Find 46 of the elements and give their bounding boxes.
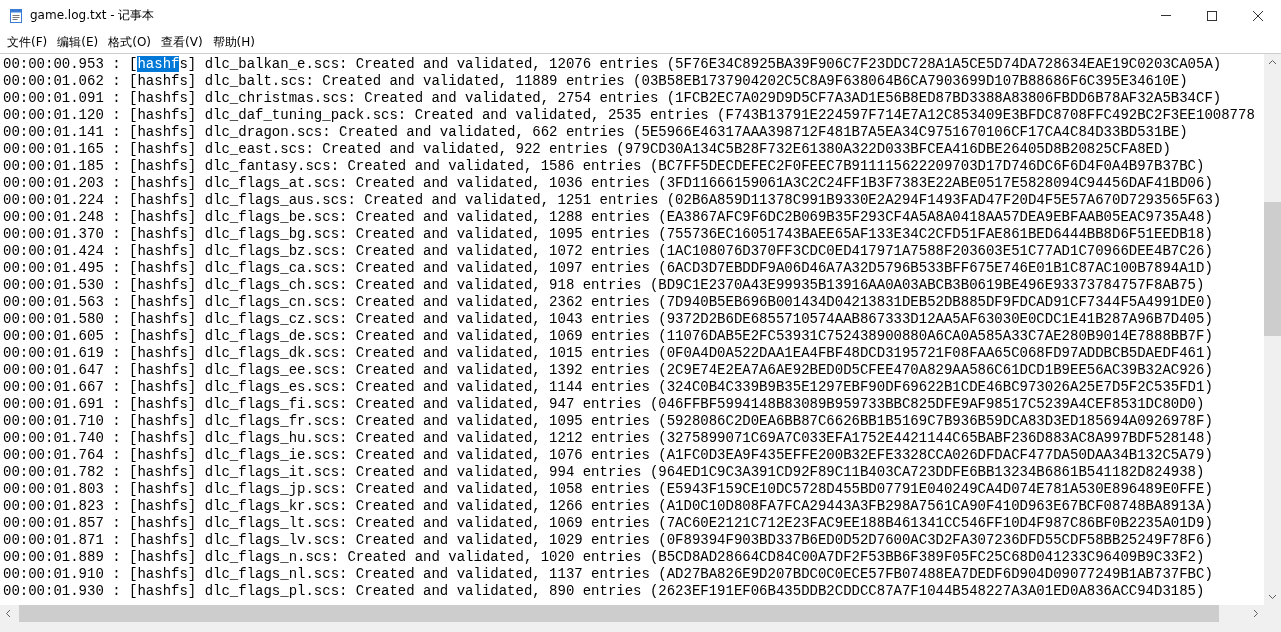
log-line: 00:00:01.889 : [hashfs] dlc_flags_n.scs: Created and validated, 1020 entries (B5CD8AD28664CD84C00A7DF2F53BB6F389F05FC25C68D041233C96409B9C33F2) xyxy=(3,549,1205,565)
menu-item[interactable]: 查看(V) xyxy=(156,33,208,51)
log-line: 00:00:01.203 : [hashfs] dlc_flags_at.scs: Created and validated, 1036 entries (3FD11666159061A3C2C24FF1B3F7383E22ABE0517E5828094C94456DAF41BD06) xyxy=(3,175,1213,191)
window-title: game.log.txt - 记事本 xyxy=(30,7,155,24)
log-line: 00:00:01.910 : [hashfs] dlc_flags_nl.scs: Created and validated, 1137 entries (AD27BA826E9D207BDC0C0ECE57FB07488EA7DEDF6D904D09077249B1AB737FBC) xyxy=(3,566,1213,582)
vertical-scrollbar[interactable] xyxy=(1264,54,1281,605)
log-line: 00:00:01.710 : [hashfs] dlc_flags_fr.scs: Created and validated, 1095 entries (5928086C2D0EA6BB87C6626BB1B5169C7B936B59DCA83D3ED185694A0926978F) xyxy=(3,413,1213,429)
selected-text: hashf xyxy=(137,56,180,72)
log-line: s] dlc_balkan_e.scs: Created and validated, 12076 entries (5F76E34C8925BA39F906C7F23DDC728A1A5CE5D74DA728634EAE19C0203CA05A) xyxy=(179,56,1222,72)
log-line: 00:00:01.424 : [hashfs] dlc_flags_bz.scs: Created and validated, 1072 entries (1AC108076D370FF3CDC0ED417971A7588F203603E51C77AD1C70966DEE4B7C26) xyxy=(3,243,1213,259)
log-line: 00:00:01.764 : [hashfs] dlc_flags_ie.scs: Created and validated, 1076 entries (A1FC0D3EA9F435EFFE200B32EFE3328CCA026DFDACF477DA50DAA34B132C5A79) xyxy=(3,447,1213,463)
log-line: 00:00:01.062 : [hashfs] dlc_balt.scs: Created and validated, 11889 entries (03B58EB1737904202C5C8A9F638064B6CA7903699D107B88686F6C395E34610E) xyxy=(3,73,1188,89)
menu-item[interactable]: 编辑(E) xyxy=(52,33,104,51)
menu-item[interactable]: 文件(F) xyxy=(2,33,53,51)
log-line: 00:00:01.495 : [hashfs] dlc_flags_ca.scs: Created and validated, 1097 entries (6ACD3D7EBDDF9A06D46A7A32D5796B533BFF675E746E01B1C87AC100B7894A1D) xyxy=(3,260,1213,276)
maximize-icon xyxy=(1207,10,1217,21)
log-line: 00:00:01.871 : [hashfs] dlc_flags_lv.scs: Created and validated, 1029 entries (0F89394F903BD337B6ED0D52D7600AC3D2FA307236DFD55CDF58BB25249F78F6) xyxy=(3,532,1213,548)
log-line: 00:00:01.619 : [hashfs] dlc_flags_dk.scs: Created and validated, 1015 entries (0F0A4D0A522DAA1EA4FBF48DCD3195721F08FAA65C068FD97ADDBCB5DAEDF461) xyxy=(3,345,1213,361)
log-line: 00:00:01.141 : [hashfs] dlc_dragon.scs: Created and validated, 662 entries (5E5966E46317AAA398712F481B7A5EA34C9751670106CF17CA4C84D33BD531BE) xyxy=(3,124,1188,140)
log-line: 00:00:01.782 : [hashfs] dlc_flags_it.scs: Created and validated, 994 entries (964ED1C9C3A391CD92F89C11B403CA723DDFE6BB13234B6861B541182D824938) xyxy=(3,464,1205,480)
menu-item[interactable]: 帮助(H) xyxy=(207,33,260,51)
log-line: 00:00:01.691 : [hashfs] dlc_flags_fi.scs: Created and validated, 947 entries (046FFBF5994148B83089B959733BBC825DFE9AF98517C5239A4CEF8531DC80D0) xyxy=(3,396,1205,412)
log-line: 00:00:01.563 : [hashfs] dlc_flags_cn.scs: Created and validated, 2362 entries (7D940B5EB696B001434D04213831DEB52DB885DF9FDCAD91CF7344F5A4991DE0) xyxy=(3,294,1213,310)
close-icon xyxy=(1253,10,1263,21)
log-line: 00:00:01.605 : [hashfs] dlc_flags_de.scs: Created and validated, 1069 entries (11076DAB5E2FC53931C752438900880A6CA0A585A33C7AE280B9014E7888BB7F) xyxy=(3,328,1213,344)
log-line: 00:00:01.930 : [hashfs] dlc_flags_pl.scs: Created and validated, 890 entries (2623EF191EF06B435DDB2CDDCC87A7F1044B548227A3A01ED0A836ACC94D3185) xyxy=(3,583,1205,599)
minimize-icon xyxy=(1161,15,1171,16)
log-line: 00:00:01.530 : [hashfs] dlc_flags_ch.scs: Created and validated, 918 entries (BD9C1E2370A43E99935B13916AA0A03ABCB3B0619BE496E93373784757F8AB75) xyxy=(3,277,1205,293)
log-line: 00:00:01.248 : [hashfs] dlc_flags_be.scs: Created and validated, 1288 entries (EA3867AFC9F6DC2B069B35F293CF4A5A8A0418AA57DEA9EBFAAB05EAC9735A48) xyxy=(3,209,1213,225)
log-line: 00:00:01.185 : [hashfs] dlc_fantasy.scs: Created and validated, 1586 entries (BC7FF5DECDEFEC2F0FEEC7B911115622209703D17D746DC6F6D4F0A4B97B37BC) xyxy=(3,158,1205,174)
log-line: 00:00:01.091 : [hashfs] dlc_christmas.scs: Created and validated, 2754 entries (1FCB2EC7A029D9D5CF7A3AD1E56B8ED87BD3388A83806FBDD6B78AF32A5B34CF) xyxy=(3,90,1222,106)
log-line: 00:00:01.857 : [hashfs] dlc_flags_lt.scs: Created and validated, 1069 entries (7AC60E2121C712E23FAC9EE188B461341CC546FF10D4F987C86BF0B2235A01D9) xyxy=(3,515,1213,531)
log-line: 00:00:01.580 : [hashfs] dlc_flags_cz.scs: Created and validated, 1043 entries (9372D2B6DE6855710574AAB867333D12AA5AF63030E0CDC1E41B287A96B7D405) xyxy=(3,311,1213,327)
log-line: 00:00:01.823 : [hashfs] dlc_flags_kr.scs: Created and validated, 1266 entries (A1D0C10D808FA7FCA29443A3FB298A7561CA90F410D963E67BCF08748BA8913A) xyxy=(3,498,1213,514)
log-line: 00:00:01.647 : [hashfs] dlc_flags_ee.scs: Created and validated, 1392 entries (2C9E74E2EA7A6AE92BED0D5CFEE470A829AA586C61DCD1B9EE56AC39B32AC926) xyxy=(3,362,1213,378)
log-line: 00:00:01.224 : [hashfs] dlc_flags_aus.scs: Created and validated, 1251 entries (02B6A859D11378C991B9330E2A294F1493FAD47F20D4F5E57A670D7293565F63) xyxy=(3,192,1222,208)
log-line: 00:00:01.370 : [hashfs] dlc_flags_bg.scs: Created and validated, 1095 entries (755736EC16051743BAEE65AF133E34C2CFD51FAE861BED6444BB8D6F51EEDB18) xyxy=(3,226,1213,242)
log-line: 00:00:00.953 : [ xyxy=(3,56,138,72)
log-line: 00:00:01.165 : [hashfs] dlc_east.scs: Created and validated, 922 entries (979CD30A134C5B28F732E61380A322D033BFCEA416DBE26405D8B20825CFA8ED) xyxy=(3,141,1171,157)
notepad-icon xyxy=(8,7,24,24)
log-line: 00:00:01.667 : [hashfs] dlc_flags_es.scs: Created and validated, 1144 entries (324C0B4C339B9B35E1297EBF90DF69622B1CDE46BC973026A25E7D5F2C535FD1) xyxy=(3,379,1213,395)
log-line: 00:00:01.740 : [hashfs] dlc_flags_hu.scs: Created and validated, 1212 entries (3275899071C69A7C033EFA1752E4421144C65BABF236D883AC8A997BDF528148) xyxy=(3,430,1213,446)
menu-item[interactable]: 格式(O) xyxy=(103,33,157,51)
log-line: 00:00:01.120 : [hashfs] dlc_daf_tuning_pack.scs: Created and validated, 2535 entries (F743B13791E224597F714E7A12C853409E3BFDC8708FFC492BC2F3EE1008778 xyxy=(3,107,1255,123)
log-line: 00:00:01.803 : [hashfs] dlc_flags_jp.scs: Created and validated, 1058 entries (E5943F159CE10DC5728D455BD07791E040249CA4D074E781A530E896489E0FFE) xyxy=(3,481,1213,497)
vertical-scroll-thumb[interactable] xyxy=(1264,202,1281,336)
